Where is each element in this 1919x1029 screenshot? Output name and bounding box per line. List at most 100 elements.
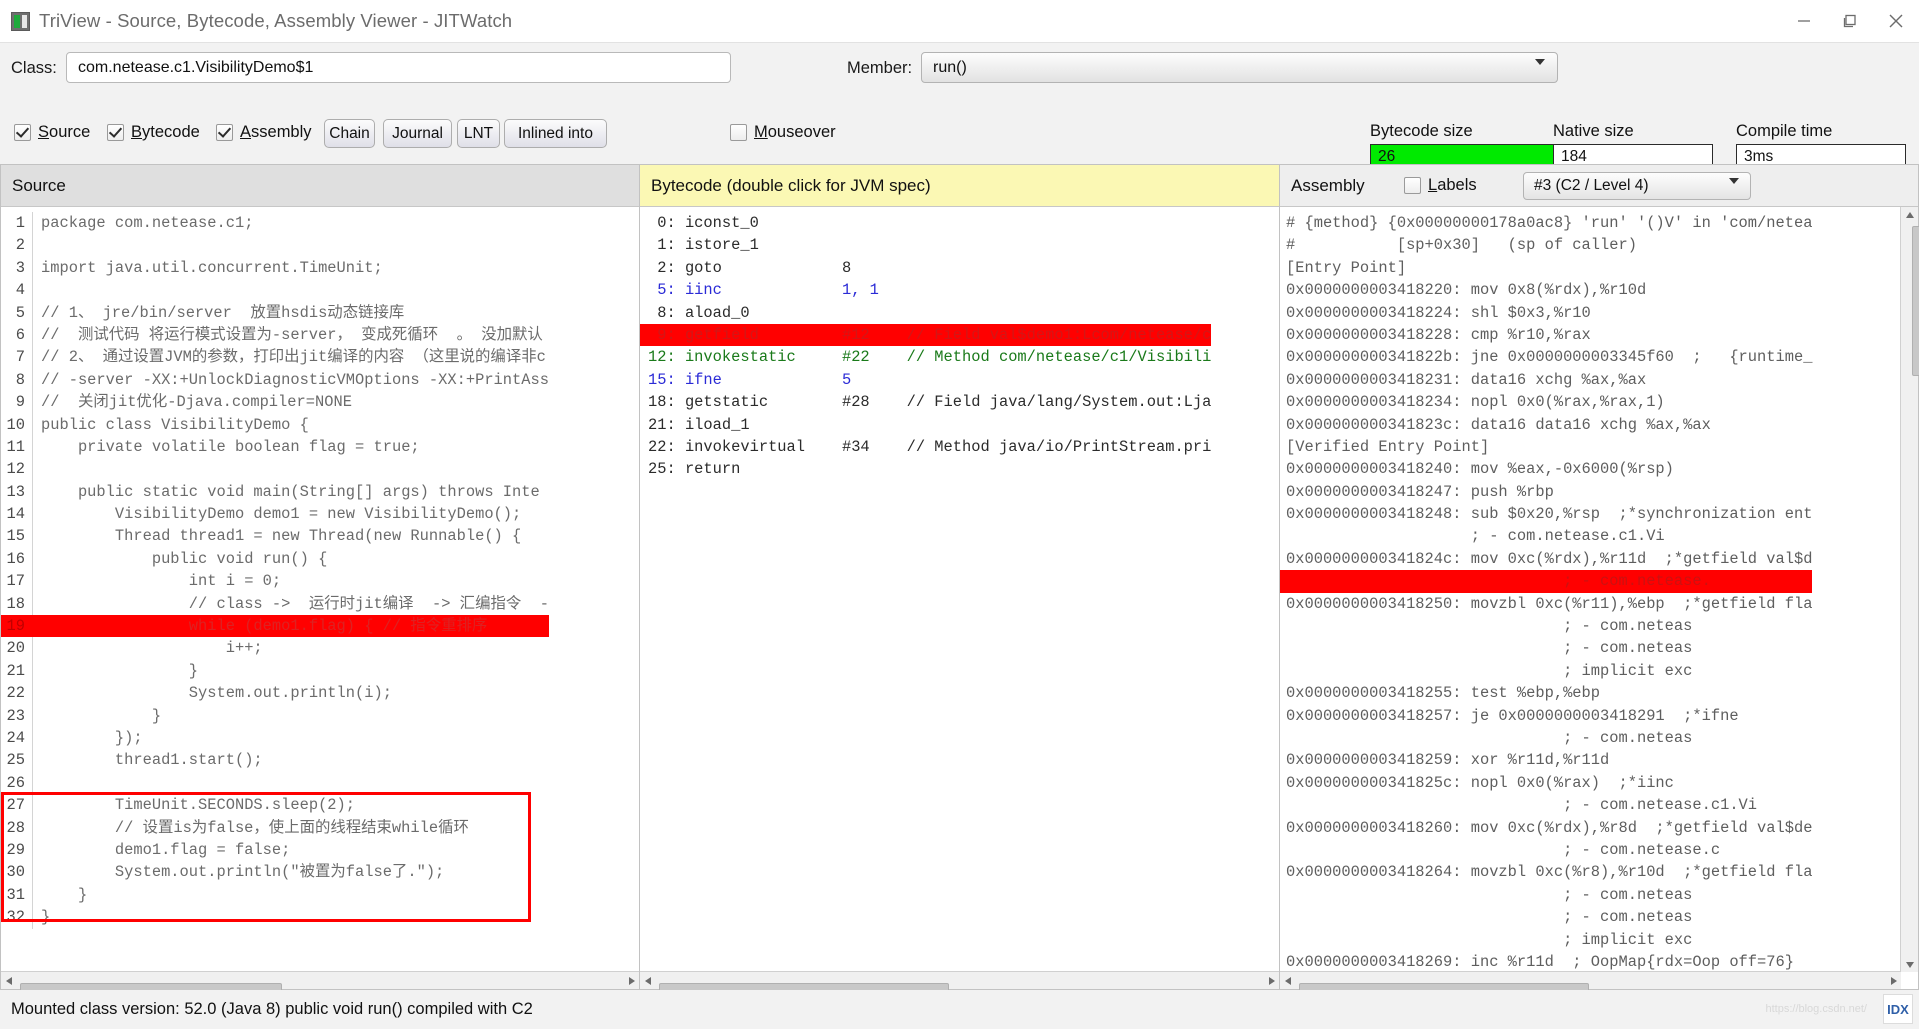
assembly-line[interactable]: 0x0000000003418220: mov 0x8(%rdx),%r10d xyxy=(1280,279,1812,301)
assembly-line[interactable]: ; implicit exc xyxy=(1280,929,1812,951)
source-line[interactable]: 9 // 关闭jit优化-Djava.compiler=NONE xyxy=(1,391,549,414)
source-code-area[interactable]: 1 package com.netease.c1; 2 3 import java.ut… xyxy=(1,207,639,989)
bytecode-line[interactable]: 9: getfield #12 // Field val$demo1:Lcom/… xyxy=(640,323,1212,347)
source-line[interactable]: 26 xyxy=(1,771,549,795)
source-line[interactable]: 22 System.out.println(i); xyxy=(1,682,549,705)
assembly-line[interactable]: 0x0000000003418250: movzbl 0xc(%r11),%eb… xyxy=(1280,593,1812,615)
assembly-line[interactable]: ; - com.netease.c1.Vi xyxy=(1280,794,1812,816)
checkbox-source-box[interactable] xyxy=(14,124,31,141)
checkbox-mouseover-box[interactable] xyxy=(730,124,747,141)
bytecode-line[interactable]: 25: return xyxy=(640,458,1211,480)
checkbox-assembly[interactable]: Assembly xyxy=(216,123,312,142)
source-line[interactable]: 17 int i = 0; xyxy=(1,570,549,593)
scroll-down-icon[interactable] xyxy=(1902,957,1917,972)
source-line[interactable]: 10 public class VisibilityDemo { xyxy=(1,413,549,436)
bytecode-line[interactable]: 8: aload_0 xyxy=(640,302,1211,324)
source-line[interactable]: 13 public static void main(String[] args… xyxy=(1,480,549,504)
bytecode-line[interactable]: 18: getstatic #28 // Field java/lang/Sys… xyxy=(640,391,1211,413)
assembly-line[interactable]: 0x000000000341824c: mov 0xc(%rdx),%r11d … xyxy=(1280,548,1812,570)
assembly-line[interactable]: 0x000000000341823c: data16 data16 xchg %… xyxy=(1280,414,1812,436)
source-line[interactable]: 27 TimeUnit.SECONDS.sleep(2); xyxy=(1,794,549,817)
assembly-line[interactable]: 0x0000000003418264: movzbl 0xc(%r8),%r10… xyxy=(1280,861,1812,883)
scroll-left-icon[interactable] xyxy=(1280,973,1295,988)
assembly-code-area[interactable]: # {method} {0x00000000178a0ac8} 'run' '(… xyxy=(1280,207,1901,989)
compilation-level-select[interactable]: #3 (C2 / Level 4) xyxy=(1523,172,1751,201)
assembly-line[interactable]: 0x0000000003418259: xor %r11d,%r11d xyxy=(1280,749,1812,771)
scroll-right-icon[interactable] xyxy=(1886,973,1901,988)
assembly-line[interactable]: [Entry Point] xyxy=(1280,257,1812,279)
bytecode-line[interactable]: 21: iload_1 xyxy=(640,414,1211,436)
class-input[interactable]: com.netease.c1.VisibilityDemo$1 xyxy=(66,52,731,83)
source-line[interactable]: 11 private volatile boolean flag = true; xyxy=(1,435,549,459)
source-line[interactable]: 21 } xyxy=(1,659,549,683)
assembly-line[interactable]: 0x0000000003418257: je 0x000000000341829… xyxy=(1280,705,1812,727)
source-line[interactable]: 23 } xyxy=(1,704,549,727)
journal-button[interactable]: Journal xyxy=(383,119,452,148)
source-line[interactable]: 24 }); xyxy=(1,726,549,750)
source-line[interactable]: 32} xyxy=(1,906,549,929)
source-line[interactable]: 28 // 设置is为false，使上面的线程结束while循环 xyxy=(1,816,549,839)
source-line[interactable]: 20 i++; xyxy=(1,637,549,660)
assembly-vscroll-thumb[interactable] xyxy=(1911,226,1919,376)
source-line[interactable]: 5 // 1、 jre/bin/server 放置hsdis动态链接库 xyxy=(1,301,549,324)
source-line[interactable]: 7 // 2、 通过设置JVM的参数，打印出jit编译的内容 （这里说的编译非c xyxy=(1,346,549,369)
assembly-line[interactable]: # {method} {0x00000000178a0ac8} 'run' '(… xyxy=(1280,212,1812,234)
assembly-line[interactable]: 0x0000000003418234: nopl 0x0(%rax,%rax,1… xyxy=(1280,391,1812,413)
assembly-line[interactable]: # [sp+0x30] (sp of caller) xyxy=(1280,234,1812,256)
bytecode-horizontal-scrollbar[interactable] xyxy=(640,971,1279,994)
assembly-line[interactable]: 0x0000000003418240: mov %eax,-0x6000(%rs… xyxy=(1280,458,1812,480)
assembly-vertical-scrollbar[interactable] xyxy=(1900,207,1919,972)
source-line[interactable]: 4 xyxy=(1,279,549,302)
assembly-line[interactable]: 0x000000000341822b: jne 0x0000000003345f… xyxy=(1280,346,1812,368)
scroll-right-icon[interactable] xyxy=(624,973,639,988)
inlined-into-button[interactable]: Inlined into xyxy=(504,119,607,148)
bytecode-line[interactable]: 5: iinc 1, 1 xyxy=(640,279,1211,301)
source-line[interactable]: 6 // 测试代码 将运行模式设置为-server， 变成死循环 。 没加默认 xyxy=(1,323,549,347)
bytecode-line[interactable]: 15: ifne 5 xyxy=(640,369,1211,391)
assembly-line[interactable]: ; implicit exc xyxy=(1280,660,1812,682)
assembly-line[interactable]: ; - com.neteas xyxy=(1280,906,1812,928)
assembly-line[interactable]: 0x0000000003418247: push %rbp xyxy=(1280,481,1812,503)
scroll-left-icon[interactable] xyxy=(640,973,655,988)
assembly-line[interactable]: 0x000000000341825c: nopl 0x0(%rax) ;*iin… xyxy=(1280,772,1812,794)
scroll-right-icon[interactable] xyxy=(1264,973,1279,988)
assembly-line[interactable]: 0x0000000003418255: test %ebp,%ebp xyxy=(1280,682,1812,704)
minimize-button[interactable] xyxy=(1781,0,1827,42)
checkbox-assembly-box[interactable] xyxy=(216,124,233,141)
bytecode-code-area[interactable]: 0: iconst_0 1: istore_1 2: goto 8 5: iin… xyxy=(640,207,1279,989)
assembly-line[interactable]: ; - com.neteas xyxy=(1280,884,1812,906)
assembly-line[interactable]: ; - com.neteas xyxy=(1280,615,1812,637)
source-line[interactable]: 1 package com.netease.c1; xyxy=(1,212,549,235)
scroll-up-icon[interactable] xyxy=(1902,207,1917,222)
assembly-line[interactable]: 0x0000000003418231: data16 xchg %ax,%ax xyxy=(1280,369,1812,391)
source-line[interactable]: 19 while (demo1.flag) { // 指令重排序 xyxy=(1,615,549,638)
chain-button[interactable]: Chain xyxy=(324,119,375,148)
bytecode-line[interactable]: 1: istore_1 xyxy=(640,234,1211,256)
member-select[interactable]: run() xyxy=(921,52,1558,83)
source-line[interactable]: 30 System.out.println("被置为false了."); xyxy=(1,861,549,884)
checkbox-labels[interactable]: Labels xyxy=(1404,176,1477,195)
source-horizontal-scrollbar[interactable] xyxy=(1,971,639,994)
source-line[interactable]: 18 // class -> 运行时jit编译 -> 汇编指令 - xyxy=(1,592,549,616)
lnt-button[interactable]: LNT xyxy=(457,119,500,148)
source-line[interactable]: 15 Thread thread1 = new Thread(new Runna… xyxy=(1,525,549,548)
assembly-line[interactable]: 0x0000000003418228: cmp %r10,%rax xyxy=(1280,324,1812,346)
maximize-button[interactable] xyxy=(1827,0,1873,42)
checkbox-mouseover[interactable]: Mouseover xyxy=(730,123,836,142)
checkbox-labels-box[interactable] xyxy=(1404,177,1421,194)
bytecode-line[interactable]: 12: invokestatic #22 // Method com/netea… xyxy=(640,346,1211,368)
assembly-line[interactable]: [Verified Entry Point] xyxy=(1280,436,1812,458)
assembly-line[interactable]: ; - com.netease.c xyxy=(1280,839,1812,861)
assembly-horizontal-scrollbar[interactable] xyxy=(1280,971,1901,994)
assembly-line[interactable]: 0x0000000003418248: sub $0x20,%rsp ;*syn… xyxy=(1280,503,1812,525)
bytecode-line[interactable]: 22: invokevirtual #34 // Method java/io/… xyxy=(640,436,1211,458)
checkbox-bytecode[interactable]: Bytecode xyxy=(107,123,200,142)
assembly-line[interactable]: 0x0000000003418224: shl $0x3,%r10 xyxy=(1280,302,1812,324)
assembly-line[interactable]: 0x0000000003418269: inc %r11d ; OopMap{r… xyxy=(1280,951,1812,973)
source-line[interactable]: 2 xyxy=(1,234,549,257)
source-line[interactable]: 14 VisibilityDemo demo1 = new Visibility… xyxy=(1,503,549,526)
assembly-line[interactable]: ; - com.neteas xyxy=(1280,637,1812,659)
checkbox-bytecode-box[interactable] xyxy=(107,124,124,141)
source-line[interactable]: 25 thread1.start(); xyxy=(1,749,549,772)
close-button[interactable] xyxy=(1873,0,1919,42)
